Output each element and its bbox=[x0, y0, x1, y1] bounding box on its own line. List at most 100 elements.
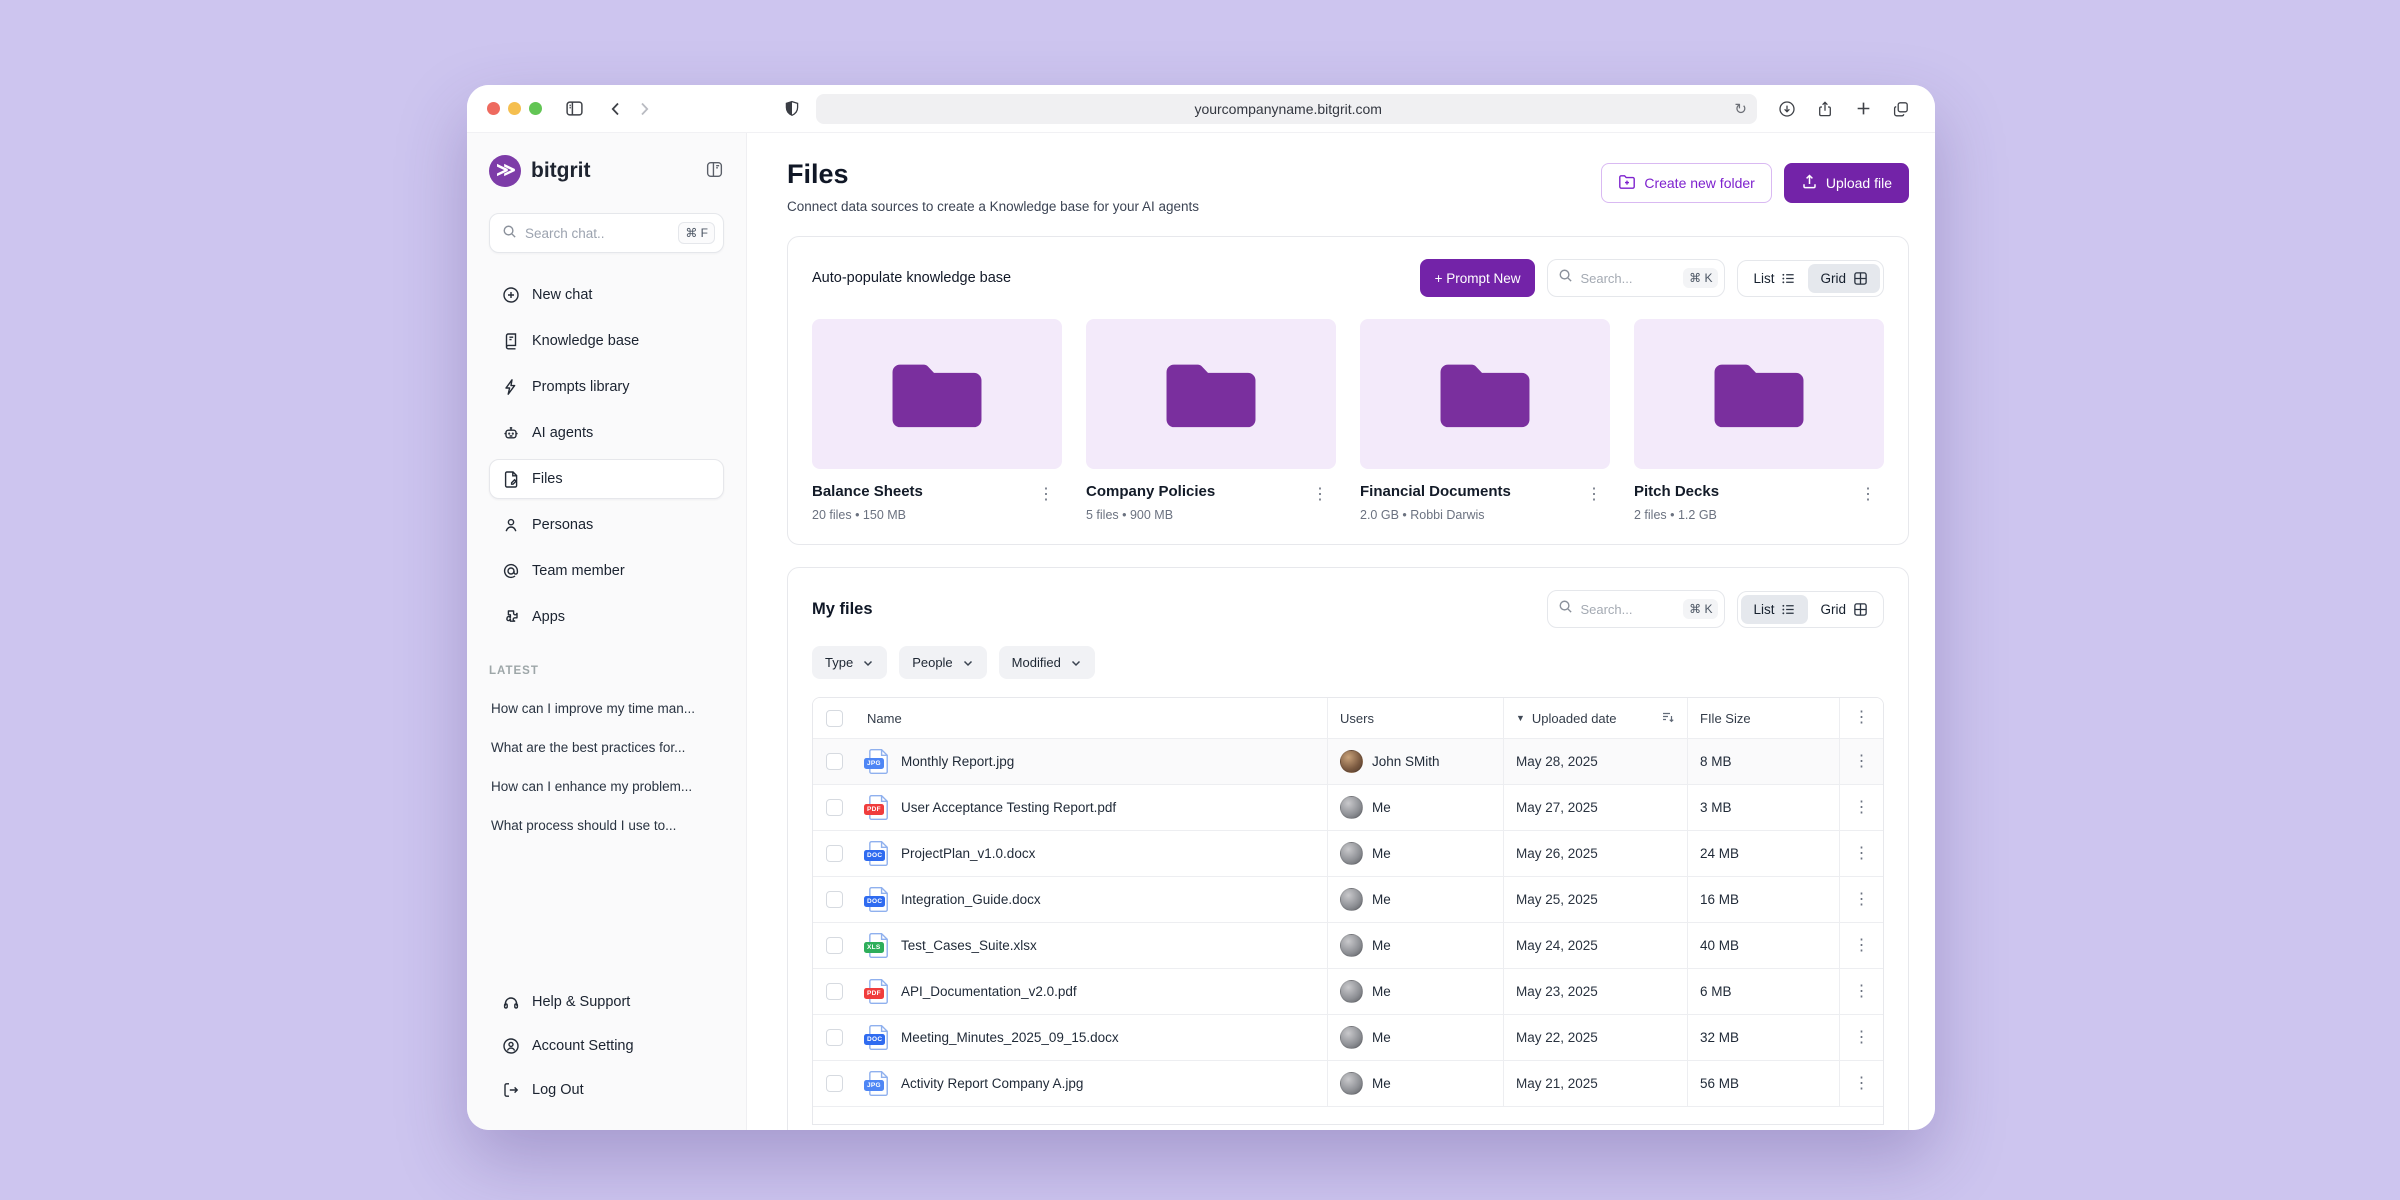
upload-file-button[interactable]: Upload file bbox=[1784, 163, 1909, 203]
folder-card[interactable]: Balance Sheets 20 files • 150 MB ⋮ bbox=[812, 319, 1062, 522]
tab-overview-icon[interactable] bbox=[1887, 95, 1915, 123]
collapse-sidebar-icon[interactable] bbox=[705, 160, 724, 183]
file-ext-badge: PDF bbox=[864, 804, 884, 815]
select-all-checkbox[interactable] bbox=[826, 710, 843, 727]
folder-card[interactable]: Pitch Decks 2 files • 1.2 GB ⋮ bbox=[1634, 319, 1884, 522]
new-tab-icon[interactable] bbox=[1849, 95, 1877, 123]
chat-history-item[interactable]: What process should I use to... bbox=[489, 808, 724, 843]
row-menu-icon[interactable]: ⋮ bbox=[1846, 934, 1878, 958]
sidebar-item-team-member[interactable]: Team member bbox=[489, 551, 724, 591]
sidebar-item-log-out[interactable]: Log Out bbox=[489, 1070, 724, 1110]
sidebar-item-help-support[interactable]: Help & Support bbox=[489, 982, 724, 1022]
folder-menu-icon[interactable]: ⋮ bbox=[1030, 483, 1062, 507]
sidebar-item-files[interactable]: Files bbox=[489, 459, 724, 499]
row-menu-icon[interactable]: ⋮ bbox=[1846, 842, 1878, 866]
row-menu-icon[interactable]: ⋮ bbox=[1846, 1072, 1878, 1096]
sort-lines-icon[interactable] bbox=[1661, 710, 1675, 727]
row-menu-icon[interactable]: ⋮ bbox=[1846, 1026, 1878, 1050]
sidebar-item-ai-agents[interactable]: AI agents bbox=[489, 413, 724, 453]
row-checkbox[interactable] bbox=[826, 1075, 843, 1092]
table-row[interactable]: DOC Meeting_Minutes_2025_09_15.docx Me M… bbox=[813, 1014, 1883, 1060]
filter-chip-type[interactable]: Type bbox=[812, 646, 887, 679]
row-checkbox[interactable] bbox=[826, 753, 843, 770]
sidebar-item-personas[interactable]: Personas bbox=[489, 505, 724, 545]
folder-card[interactable]: Financial Documents 2.0 GB • Robbi Darwi… bbox=[1360, 319, 1610, 522]
column-date-sort[interactable]: ▼ Uploaded date bbox=[1503, 698, 1687, 738]
create-new-folder-button[interactable]: Create new folder bbox=[1601, 163, 1772, 203]
sidebar-item-new-chat[interactable]: New chat bbox=[489, 275, 724, 315]
folder-menu-icon[interactable]: ⋮ bbox=[1304, 483, 1336, 507]
table-row[interactable]: DOC ProjectPlan_v1.0.docx Me May 26, 202… bbox=[813, 830, 1883, 876]
zoom-window-button[interactable] bbox=[529, 102, 542, 115]
filter-chip-people[interactable]: People bbox=[899, 646, 986, 679]
my-files-search-input[interactable] bbox=[1580, 602, 1683, 617]
reload-icon[interactable]: ↻ bbox=[1734, 100, 1747, 118]
browser-sidebar-toggle-icon[interactable] bbox=[560, 95, 588, 123]
row-checkbox[interactable] bbox=[826, 983, 843, 1000]
row-checkbox[interactable] bbox=[826, 845, 843, 862]
folder-tile[interactable] bbox=[1360, 319, 1610, 469]
search-shortcut-badge: ⌘ K bbox=[1683, 268, 1718, 288]
search-icon bbox=[502, 224, 517, 243]
table-row[interactable]: DOC Integration_Guide.docx Me May 25, 20… bbox=[813, 876, 1883, 922]
share-icon[interactable] bbox=[1811, 95, 1839, 123]
folder-tile[interactable] bbox=[812, 319, 1062, 469]
back-icon[interactable] bbox=[602, 95, 630, 123]
view-grid-button[interactable]: Grid bbox=[1808, 595, 1880, 624]
url-bar[interactable]: ↻ bbox=[816, 94, 1757, 124]
file-type-icon: JPG bbox=[867, 748, 891, 775]
row-checkbox[interactable] bbox=[826, 1029, 843, 1046]
my-files-search[interactable]: ⌘ K bbox=[1547, 590, 1725, 628]
folder-tile[interactable] bbox=[1634, 319, 1884, 469]
sidebar-item-knowledge-base[interactable]: Knowledge base bbox=[489, 321, 724, 361]
account-setting-icon bbox=[502, 1037, 520, 1055]
minimize-window-button[interactable] bbox=[508, 102, 521, 115]
folder-card[interactable]: Company Policies 5 files • 900 MB ⋮ bbox=[1086, 319, 1336, 522]
folder-icon bbox=[1710, 356, 1808, 432]
sidebar-item-prompts-library[interactable]: Prompts library bbox=[489, 367, 724, 407]
uploaded-date: May 24, 2025 bbox=[1516, 938, 1598, 953]
table-row[interactable]: JPG Monthly Report.jpg John SMith May 28… bbox=[813, 738, 1883, 784]
prompt-new-button[interactable]: + Prompt New bbox=[1420, 259, 1536, 297]
filter-chip-modified[interactable]: Modified bbox=[999, 646, 1095, 679]
files-table: Name Users ▼ Uploaded date FIle Size ⋮ bbox=[812, 697, 1884, 1125]
row-menu-icon[interactable]: ⋮ bbox=[1846, 980, 1878, 1004]
forward-icon[interactable] bbox=[630, 95, 658, 123]
knowledge-search-input[interactable] bbox=[1580, 271, 1683, 286]
table-menu-icon[interactable]: ⋮ bbox=[1846, 706, 1878, 730]
table-row[interactable]: PDF User Acceptance Testing Report.pdf M… bbox=[813, 784, 1883, 830]
view-list-button[interactable]: List bbox=[1741, 595, 1808, 624]
chat-history-item[interactable]: How can I enhance my problem... bbox=[489, 769, 724, 804]
sidebar-item-label: Prompts library bbox=[532, 379, 630, 395]
sidebar-item-apps[interactable]: Apps bbox=[489, 597, 724, 637]
table-row[interactable]: PDF API_Documentation_v2.0.pdf Me May 23… bbox=[813, 968, 1883, 1014]
row-menu-icon[interactable]: ⋮ bbox=[1846, 888, 1878, 912]
privacy-shield-icon[interactable] bbox=[778, 95, 806, 123]
chat-history-item[interactable]: How can I improve my time man... bbox=[489, 691, 724, 726]
chat-history-item[interactable]: What are the best practices for... bbox=[489, 730, 724, 765]
close-window-button[interactable] bbox=[487, 102, 500, 115]
sidebar-search-input[interactable] bbox=[525, 226, 678, 241]
sidebar-item-label: Account Setting bbox=[532, 1038, 634, 1054]
folder-menu-icon[interactable]: ⋮ bbox=[1578, 483, 1610, 507]
folder-tile[interactable] bbox=[1086, 319, 1336, 469]
url-text[interactable] bbox=[842, 101, 1734, 117]
folder-name: Pitch Decks bbox=[1634, 483, 1852, 500]
downloads-icon[interactable] bbox=[1773, 95, 1801, 123]
row-menu-icon[interactable]: ⋮ bbox=[1846, 796, 1878, 820]
sidebar-item-label: Personas bbox=[532, 517, 593, 533]
knowledge-search[interactable]: ⌘ K bbox=[1547, 259, 1725, 297]
table-row[interactable]: JPG Activity Report Company A.jpg Me May… bbox=[813, 1060, 1883, 1106]
sidebar-item-account-setting[interactable]: Account Setting bbox=[489, 1026, 724, 1066]
grid-icon bbox=[1853, 602, 1868, 617]
view-list-button[interactable]: List bbox=[1741, 264, 1808, 293]
folder-menu-icon[interactable]: ⋮ bbox=[1852, 483, 1884, 507]
knowledge-view-toggle: List Grid bbox=[1737, 260, 1884, 297]
row-checkbox[interactable] bbox=[826, 799, 843, 816]
table-row[interactable]: XLS Test_Cases_Suite.xlsx Me May 24, 202… bbox=[813, 922, 1883, 968]
row-checkbox[interactable] bbox=[826, 937, 843, 954]
row-menu-icon[interactable]: ⋮ bbox=[1846, 750, 1878, 774]
row-checkbox[interactable] bbox=[826, 891, 843, 908]
sidebar-search[interactable]: ⌘ F bbox=[489, 213, 724, 253]
view-grid-button[interactable]: Grid bbox=[1808, 264, 1880, 293]
